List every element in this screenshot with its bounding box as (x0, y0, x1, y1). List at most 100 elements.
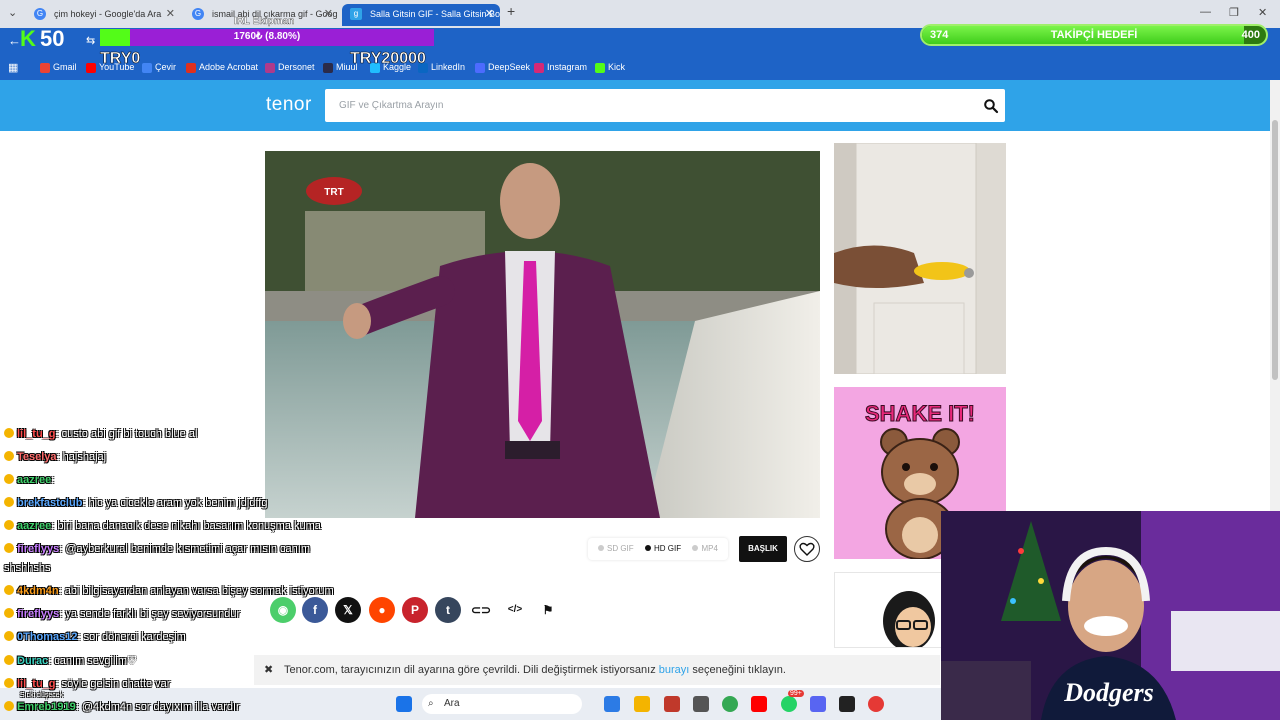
format-option-mp4[interactable]: MP4 (692, 538, 718, 560)
discord-icon[interactable] (810, 696, 826, 712)
taskbar-search[interactable]: ⌕ Ara (422, 694, 582, 714)
chrome-icon[interactable] (722, 696, 738, 712)
side-gif-cartoon[interactable] (834, 572, 944, 648)
windows-start-icon[interactable] (396, 696, 412, 712)
bookmark-adobe-acrobat[interactable]: Adobe Acrobat (186, 62, 258, 73)
side-gif-hand-door[interactable] (834, 143, 1006, 374)
format-option-sd-gif[interactable]: SD GIF (598, 538, 634, 560)
tab-search-icon[interactable]: ⌄ (8, 6, 17, 19)
whatsapp-icon[interactable] (781, 696, 797, 712)
chat-message-text: : hic ya cicekle aram yok benim jdjdffg (82, 497, 268, 509)
chat-username[interactable]: Durac (17, 655, 48, 667)
share-whatsapp-button[interactable]: ◉ (270, 597, 296, 623)
bookmark-translate[interactable]: Çevir (142, 62, 176, 73)
chat-message-text: : hajshajaj (56, 451, 107, 463)
deepseek-icon (475, 63, 485, 73)
app-icon-3[interactable] (868, 696, 884, 712)
close-window-icon[interactable]: ✕ (1258, 6, 1267, 19)
tab-tenor-active[interactable]: g Salla Gitsin GIF - Salla Gitsin Bo ✕ (342, 4, 500, 26)
bookmark-label: Instagram (547, 62, 588, 72)
tenor-search-box (325, 89, 1005, 122)
file-explorer-icon[interactable] (634, 696, 650, 712)
bookmark-gmail[interactable]: Gmail (40, 62, 77, 73)
embed-button[interactable]: </> (502, 597, 528, 623)
maximize-icon[interactable]: ❐ (1229, 6, 1239, 19)
donation-goal-bar: 1760₺ (8.80%) (100, 29, 434, 46)
tune-icon[interactable]: ⇆ (86, 34, 95, 47)
tenor-logo[interactable]: tenor (266, 94, 312, 116)
chat-message-text: : custo abi gif bi touch blue al (55, 428, 198, 440)
bookmark-instagram[interactable]: Instagram (534, 62, 588, 73)
store-icon[interactable] (693, 696, 709, 712)
close-notice-icon[interactable]: ✖ (264, 655, 273, 685)
chat-username[interactable]: fireflyys (17, 608, 59, 620)
chat-badge-icon (4, 497, 14, 507)
youtube-icon (86, 63, 96, 73)
new-tab-icon[interactable]: + (507, 3, 515, 19)
share-facebook-button[interactable]: f (302, 597, 328, 623)
chat-message: 0Thomas12: sor dönerci kardeşim (4, 631, 186, 643)
favorite-button[interactable] (794, 536, 820, 562)
share-tumblr-button[interactable]: t (435, 597, 461, 623)
youtube-icon[interactable] (751, 696, 767, 712)
close-tab-icon[interactable]: ✕ (166, 4, 175, 24)
app-icon[interactable] (664, 696, 680, 712)
copilot-icon[interactable] (604, 696, 620, 712)
notice-text-before: Tenor.com, tarayıcınızın dil ayarına gör… (284, 664, 659, 676)
chat-username[interactable]: brekfastclub (17, 497, 82, 509)
embed-code-icon: </> (507, 604, 523, 615)
main-gif[interactable]: TRT (265, 151, 820, 518)
chat-username[interactable]: Emreb1919 (17, 701, 76, 713)
gmail-icon (40, 63, 50, 73)
chat-message: Teselya: hajshajaj (4, 451, 106, 463)
close-tab-icon[interactable]: ✕ (324, 4, 333, 24)
chat-message-text: : (51, 474, 55, 486)
apps-grid-icon[interactable]: ▦ (8, 61, 18, 74)
irl-equipment-label: IRL Ekipman (234, 16, 295, 27)
format-selector: SD GIF HD GIF MP4 (588, 538, 728, 560)
tenor-search-input[interactable] (325, 89, 965, 122)
google-icon: G (34, 8, 46, 20)
chat-username[interactable]: lil_tu_g (17, 678, 56, 690)
chat-username[interactable]: Teselya (17, 451, 57, 463)
caption-button[interactable]: BAŞLIK (739, 536, 787, 562)
bookmark-label: LinkedIn (431, 62, 466, 72)
chat-username[interactable]: aazree (17, 520, 51, 532)
chat-message-text: : canım sevgilim♡ (48, 655, 137, 667)
chat-username[interactable]: 0Thomas12 (17, 631, 78, 643)
bookmark-deepseek[interactable]: DeepSeek (475, 62, 530, 73)
chat-username[interactable]: fireflyys (17, 543, 59, 555)
copy-link-button[interactable]: ⊂⊃ (468, 597, 494, 623)
chat-username[interactable]: aazree (17, 474, 51, 486)
format-dot-icon (692, 545, 699, 551)
gif-frame-cartoon-woman (835, 573, 943, 647)
chat-message: brekfastclub: hic ya cicekle aram yok be… (4, 497, 267, 509)
search-icon[interactable] (983, 98, 999, 114)
format-label: SD GIF (607, 544, 634, 553)
bookmark-kick[interactable]: Kick (595, 62, 625, 73)
report-button[interactable]: ⚑ (535, 597, 561, 623)
share-pinterest-button[interactable]: P (402, 597, 428, 623)
minimize-icon[interactable]: — (1200, 6, 1211, 18)
chat-username[interactable]: 4kdm4n (17, 585, 59, 597)
chat-message: lil_tu_g: söyle gelsin chatte var (4, 678, 170, 690)
heart-icon (799, 542, 815, 556)
donation-goal-max: TRY20000 (350, 50, 426, 68)
close-tab-icon[interactable]: ✕ (485, 4, 494, 24)
x-icon: 𝕏 (343, 603, 353, 617)
bookmark-label: Gmail (53, 62, 77, 72)
chat-message: aazree: biri bana danacık dese nikahı ba… (4, 520, 321, 532)
bookmark-dersonet[interactable]: Dersonet (265, 62, 315, 73)
format-option-hd-gif[interactable]: HD GIF (645, 538, 681, 560)
share-reddit-button[interactable]: ● (369, 597, 395, 623)
chat-message-text: : biri bana danacık dese nikahı basarım … (51, 520, 321, 532)
notice-change-language-link[interactable]: burayı (659, 664, 690, 676)
chat-username[interactable]: lil_tu_g (17, 428, 56, 440)
scrollbar-thumb[interactable] (1272, 120, 1278, 380)
webcam-feed-image: Dodgers (941, 511, 1280, 720)
tenor-gif-icon: g (350, 8, 362, 20)
tab-google-search-1[interactable]: G çim hokeyi - Google'da Ara ✕ (26, 4, 181, 26)
chat-message-text: shshhshs (4, 562, 51, 574)
app-icon-2[interactable] (839, 696, 855, 712)
share-x-button[interactable]: 𝕏 (335, 597, 361, 623)
